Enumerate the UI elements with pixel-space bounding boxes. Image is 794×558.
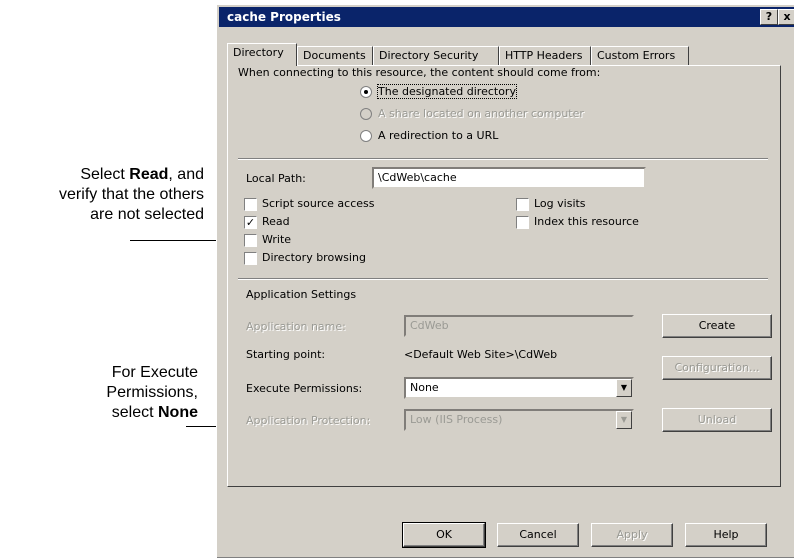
- tab-http-headers[interactable]: HTTP Headers: [499, 46, 591, 65]
- apply-button: Apply: [591, 523, 673, 547]
- ok-button[interactable]: OK: [402, 522, 486, 548]
- app-protection-select: Low (IIS Process) ▼: [404, 409, 634, 431]
- checkbox-log-visits[interactable]: [516, 198, 529, 211]
- chevron-down-icon: ▼: [616, 411, 632, 429]
- radio-label-redirection: A redirection to a URL: [378, 129, 499, 142]
- radio-designated-directory[interactable]: [360, 86, 372, 98]
- tab-documents[interactable]: Documents: [297, 46, 373, 65]
- radio-redirection[interactable]: [360, 130, 372, 142]
- dialog-title: cache Properties: [227, 10, 341, 24]
- execute-permissions-label: Execute Permissions:: [246, 382, 363, 395]
- callout-bold: Read: [129, 166, 169, 183]
- checkbox-index-resource[interactable]: [516, 216, 529, 229]
- directory-panel: When connecting to this resource, the co…: [227, 65, 781, 487]
- checkbox-read[interactable]: ✓: [244, 216, 257, 229]
- properties-dialog: cache Properties ? x Directory Documents…: [216, 4, 794, 558]
- label-read: Read: [262, 215, 290, 228]
- create-button[interactable]: Create: [662, 314, 772, 338]
- content-source-intro: When connecting to this resource, the co…: [238, 66, 601, 79]
- label-script-source-access: Script source access: [262, 197, 375, 210]
- label-write: Write: [262, 233, 292, 246]
- execute-permissions-value: None: [410, 381, 439, 394]
- callout-execute: For Execute Permissions, select None: [0, 363, 198, 423]
- radio-share: [360, 108, 372, 120]
- app-protection-label: Application Protection:: [246, 414, 371, 427]
- label-directory-browsing: Directory browsing: [262, 251, 366, 264]
- divider: [238, 278, 768, 280]
- tab-directory[interactable]: Directory: [227, 43, 297, 66]
- cancel-button[interactable]: Cancel: [497, 523, 579, 547]
- tab-custom-errors[interactable]: Custom Errors: [591, 46, 689, 65]
- callout-text: are not selected: [90, 206, 204, 223]
- callout-read: Select Read, and verify that the others …: [0, 165, 204, 225]
- local-path-label: Local Path:: [246, 172, 306, 185]
- starting-point-value: <Default Web Site>\CdWeb: [404, 348, 558, 361]
- title-bar: cache Properties ? x: [219, 7, 794, 27]
- chevron-down-icon[interactable]: ▼: [616, 379, 632, 397]
- close-button[interactable]: x: [778, 9, 794, 25]
- label-index-resource: Index this resource: [534, 215, 639, 228]
- help-button[interactable]: Help: [685, 523, 767, 547]
- local-path-field[interactable]: \CdWeb\cache: [372, 167, 646, 189]
- help-title-button[interactable]: ?: [760, 9, 778, 25]
- callout-text: select: [111, 404, 158, 421]
- unload-button: Unload: [662, 408, 772, 432]
- callout-text: , and: [168, 166, 204, 183]
- tab-directory-security[interactable]: Directory Security: [373, 46, 499, 65]
- app-name-field: CdWeb: [404, 315, 634, 337]
- configuration-button: Configuration...: [662, 356, 772, 380]
- label-log-visits: Log visits: [534, 197, 586, 210]
- checkbox-write[interactable]: [244, 234, 257, 247]
- radio-label-designated: The designated directory: [377, 84, 517, 99]
- callout-text: Select: [80, 166, 130, 183]
- checkbox-directory-browsing[interactable]: [244, 252, 257, 265]
- callout-bold: None: [158, 404, 198, 421]
- application-settings-label: Application Settings: [246, 288, 357, 301]
- radio-label-share: A share located on another computer: [378, 107, 584, 120]
- execute-permissions-select[interactable]: None ▼: [404, 377, 634, 399]
- divider: [238, 158, 768, 160]
- app-name-label: Application name:: [246, 320, 346, 333]
- callout-text: Permissions,: [106, 384, 198, 401]
- callout-text: For Execute: [111, 364, 198, 381]
- starting-point-label: Starting point:: [246, 348, 326, 361]
- app-protection-value: Low (IIS Process): [410, 413, 503, 426]
- checkbox-script-source-access[interactable]: [244, 198, 257, 211]
- callout-text: verify that the others: [59, 186, 204, 203]
